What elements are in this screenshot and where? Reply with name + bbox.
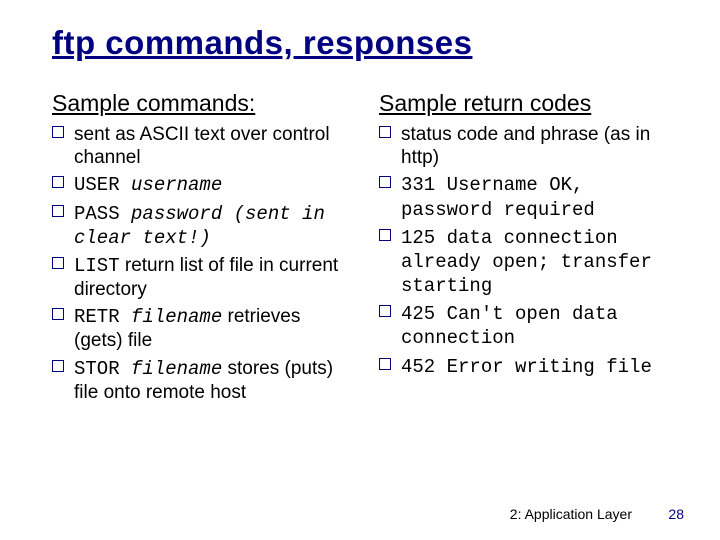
list-item: LIST return list of file in current dire…	[52, 254, 353, 301]
left-heading: Sample commands:	[52, 90, 353, 117]
list-item: 125 data connection already open; transf…	[379, 226, 680, 299]
list-item: PASS password (sent in clear text!)	[52, 202, 353, 250]
slide-footer: 2: Application Layer 28	[510, 506, 684, 522]
item-mono: 425 Can't open data connection	[401, 303, 618, 349]
item-mono-italic: filename	[131, 358, 222, 380]
item-mono: RETR	[74, 306, 131, 328]
item-mono-italic: filename	[131, 306, 222, 328]
item-mono: USER	[74, 174, 131, 196]
item-mono: LIST	[74, 255, 120, 277]
item-mono: STOR	[74, 358, 131, 380]
item-mono-italic: username	[131, 174, 222, 196]
list-item: USER username	[52, 173, 353, 197]
columns: Sample commands: sent as ASCII text over…	[52, 90, 680, 408]
item-text: status code and phrase (as in http)	[401, 124, 650, 168]
left-list: sent as ASCII text over control channel …	[52, 123, 353, 404]
list-item: status code and phrase (as in http)	[379, 123, 680, 169]
list-item: STOR filename stores (puts) file onto re…	[52, 357, 353, 404]
right-heading: Sample return codes	[379, 90, 680, 117]
slide-title: ftp commands, responses	[52, 24, 680, 62]
footer-page-number: 28	[660, 506, 684, 522]
left-column: Sample commands: sent as ASCII text over…	[52, 90, 353, 408]
slide: ftp commands, responses Sample commands:…	[0, 0, 720, 540]
item-mono: 452 Error writing file	[401, 356, 652, 378]
item-mono: 331 Username OK, password required	[401, 174, 595, 220]
item-text: sent as ASCII text over control channel	[74, 124, 330, 168]
list-item: 331 Username OK, password required	[379, 173, 680, 221]
right-column: Sample return codes status code and phra…	[379, 90, 680, 408]
footer-chapter: 2: Application Layer	[510, 506, 632, 522]
item-mono: 125 data connection already open; transf…	[401, 227, 652, 297]
list-item: RETR filename retrieves (gets) file	[52, 305, 353, 352]
list-item: sent as ASCII text over control channel	[52, 123, 353, 169]
item-mono: PASS	[74, 203, 131, 225]
right-list: status code and phrase (as in http) 331 …	[379, 123, 680, 379]
list-item: 452 Error writing file	[379, 355, 680, 379]
list-item: 425 Can't open data connection	[379, 302, 680, 350]
